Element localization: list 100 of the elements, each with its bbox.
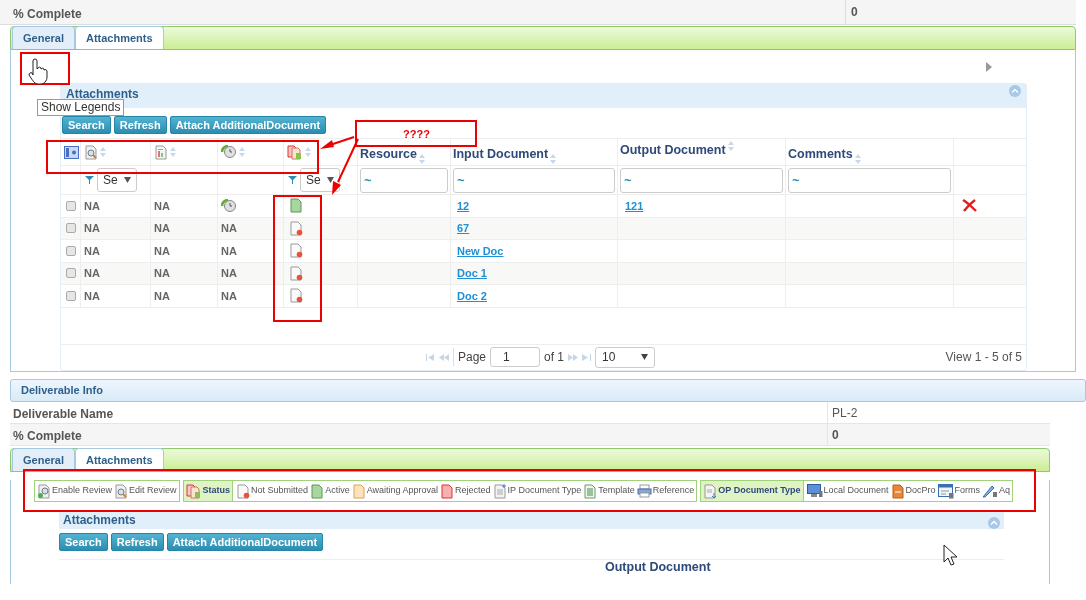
clock-icon [221, 145, 237, 159]
filter-field[interactable]: ~ [788, 167, 951, 193]
document-link[interactable]: New Doc [457, 242, 504, 259]
tab[interactable]: Attachments [74, 26, 164, 49]
document-icon [289, 220, 303, 236]
filter-field[interactable]: ~ [360, 167, 448, 193]
collapse-icon[interactable] [1009, 85, 1021, 97]
document-link[interactable]: 121 [625, 197, 644, 214]
field-value: 0 [845, 0, 858, 24]
column-header[interactable]: Comments [788, 145, 853, 164]
legend-label: Enable Review [52, 484, 113, 498]
document-icon [154, 144, 168, 160]
column-header[interactable]: Resource [360, 145, 417, 164]
tab[interactable]: General [12, 26, 75, 49]
row-checkbox[interactable] [65, 290, 76, 301]
form-icon [937, 483, 954, 499]
legend-label: IP Document Type [507, 484, 582, 498]
pen-icon [982, 484, 999, 498]
document-link[interactable]: 67 [457, 220, 470, 237]
documents-icon [287, 144, 303, 160]
legend-label: Not Submitted [251, 484, 309, 498]
table-cell-text: NA [221, 266, 237, 281]
filter-icon[interactable] [288, 176, 297, 184]
field-value: PL-2 [827, 402, 858, 423]
magnifier-document-icon [84, 144, 98, 160]
annotation-note: ???? [403, 127, 430, 142]
toolbar-button[interactable]: Refresh [113, 116, 167, 134]
sort-icon[interactable] [854, 154, 861, 164]
table-cell-text: NA [154, 288, 170, 304]
table-cell-text: NA [84, 266, 100, 281]
previous-page-icon[interactable] [439, 353, 449, 361]
field-label: % Complete [12, 6, 83, 23]
expand-icon[interactable] [986, 61, 992, 72]
section-title: Deliverable Info [21, 383, 103, 399]
filter-icon[interactable] [85, 176, 94, 184]
legend-label: DocPro [905, 484, 936, 498]
row-checkbox[interactable] [65, 268, 76, 279]
table-cell-text: NA [221, 221, 237, 236]
sort-icon[interactable] [100, 147, 106, 157]
sort-icon[interactable] [305, 147, 311, 157]
toolbar-button[interactable]: Refresh [110, 533, 164, 551]
toolbar-button[interactable]: Search [59, 533, 108, 551]
column-header[interactable]: Input Document [453, 145, 549, 164]
document-link[interactable]: 12 [457, 197, 470, 214]
legend-label: Rejected [455, 484, 491, 498]
table-cell-text: NA [221, 243, 237, 259]
row-checkbox[interactable] [65, 200, 76, 211]
page-field[interactable]: 1 [490, 347, 541, 367]
table-cell-text: NA [154, 198, 170, 214]
panel-title: Attachments [66, 86, 139, 102]
legend-label: Forms [954, 484, 981, 498]
document-icon [310, 483, 325, 499]
caret-icon [641, 354, 649, 360]
record-count: View 1 - 5 of 5 [945, 349, 1022, 366]
row-checkbox[interactable] [65, 245, 76, 256]
tab[interactable]: General [12, 448, 75, 471]
documents-icon [185, 483, 202, 499]
column-header[interactable]: Output Document [605, 560, 711, 574]
magnifier-document-icon [114, 483, 129, 499]
last-page-icon[interactable] [582, 353, 592, 361]
legend-heading: OP Document Type [701, 481, 804, 501]
filter-field[interactable]: ~ [620, 167, 783, 193]
document-icon [440, 483, 455, 499]
caret-icon [124, 177, 131, 183]
columns-icon[interactable] [64, 145, 79, 159]
collapse-icon[interactable] [988, 517, 1000, 529]
toolbar-button[interactable]: Attach AdditionalDocument [166, 533, 324, 551]
sort-icon[interactable] [550, 154, 557, 164]
sort-icon[interactable] [727, 141, 734, 151]
page-size-select[interactable]: 10 [595, 346, 656, 368]
table-cell-text: NA [154, 221, 170, 236]
legend-heading: Status [183, 481, 234, 501]
printer-icon [636, 484, 652, 498]
magnifier-document-icon [37, 483, 51, 499]
legend-label: Template [598, 484, 635, 498]
status-select[interactable]: Se [97, 168, 137, 192]
monitor-icon [806, 484, 823, 498]
delete-icon[interactable] [962, 199, 977, 213]
page-count: of 1 [544, 349, 565, 366]
table-cell-text: NA [221, 288, 237, 304]
filter-field[interactable]: ~ [453, 167, 615, 193]
sort-icon[interactable] [170, 147, 176, 157]
document-icon [703, 483, 718, 499]
document-link[interactable]: Doc 2 [457, 287, 487, 304]
toolbar-button[interactable]: Attach AdditionalDocument [169, 116, 327, 134]
first-page-icon[interactable] [426, 353, 435, 361]
toolbar-button[interactable]: Search [62, 116, 111, 134]
sort-icon[interactable] [239, 147, 245, 157]
panel-title: Attachments [63, 512, 136, 529]
next-page-icon[interactable] [568, 353, 579, 361]
tooltip: Show Legends [37, 99, 125, 116]
legend-label: Active [325, 484, 350, 498]
row-checkbox[interactable] [65, 223, 76, 234]
document-link[interactable]: Doc 1 [457, 265, 487, 282]
document-icon [890, 483, 905, 499]
sort-icon[interactable] [419, 154, 425, 164]
document-icon [236, 483, 251, 499]
column-header[interactable]: Output Document [620, 141, 726, 160]
legend-label: Edit Review [129, 484, 177, 498]
table-cell-text: NA [84, 243, 100, 259]
